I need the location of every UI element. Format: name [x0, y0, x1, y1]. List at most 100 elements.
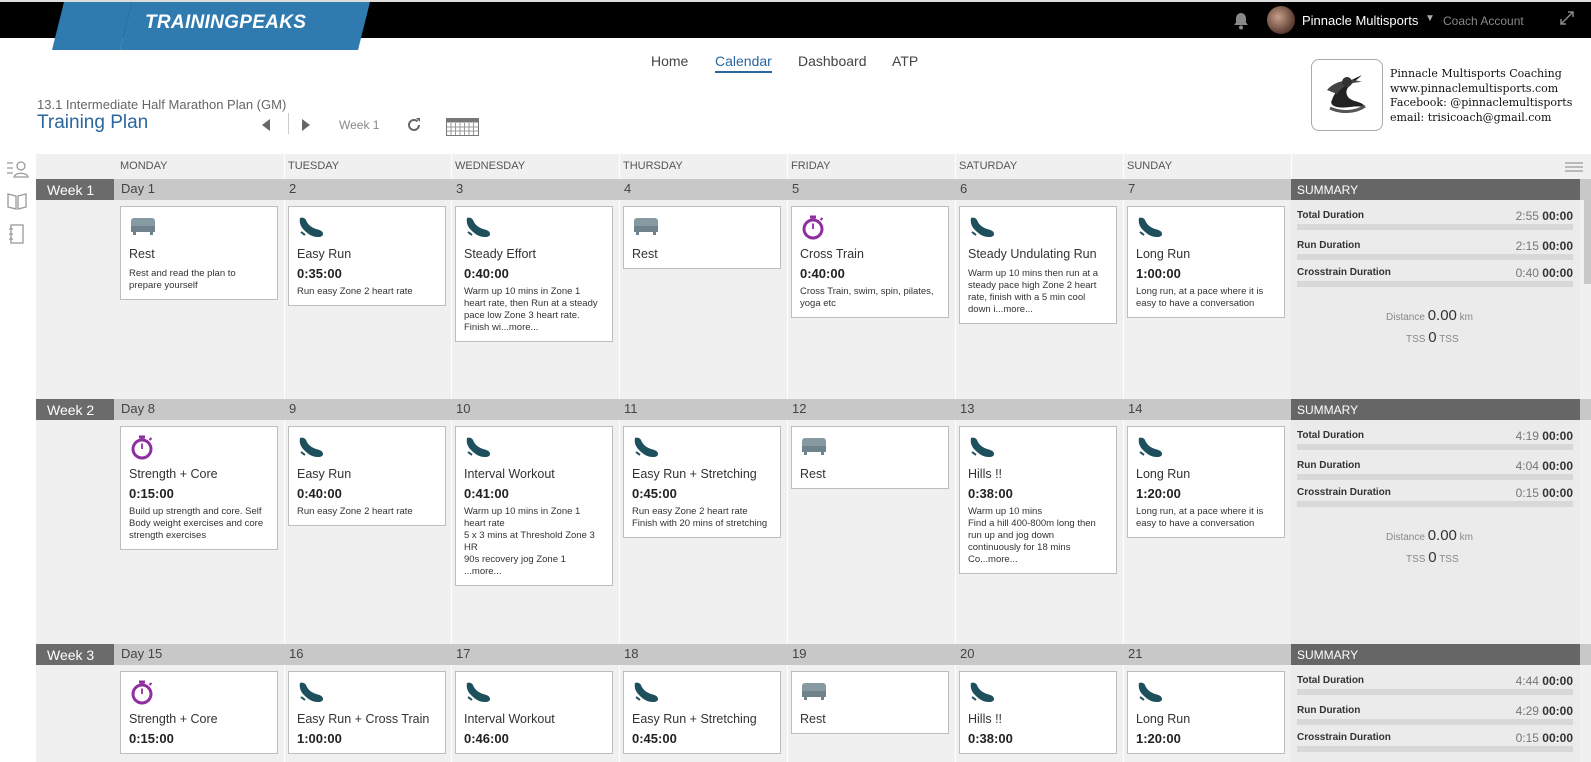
workout-duration: 0:15:00: [129, 486, 174, 501]
menu-icon[interactable]: [1565, 162, 1583, 172]
crosstrain-duration-row: Crosstrain Duration 0:40 00:00: [1297, 266, 1573, 289]
workout-description: Long run, at a pace where it is easy to …: [1136, 286, 1264, 309]
account-name[interactable]: Pinnacle Multisports: [1302, 13, 1418, 28]
refresh-icon[interactable]: [406, 117, 422, 133]
stopwatch-icon: [129, 435, 269, 461]
coach-account-link[interactable]: Coach Account: [1443, 14, 1524, 28]
planned-duration: 0:40: [1515, 266, 1539, 280]
workout-card[interactable]: Long Run 1:00:00 Long run, at a pace where…: [1127, 206, 1285, 318]
planned-duration: 0:15: [1515, 731, 1539, 745]
nav-home[interactable]: Home: [651, 53, 688, 69]
day-header-thursday: THURSDAY: [623, 160, 683, 172]
distance-summary: Distance 0.00 km: [1386, 307, 1473, 324]
summary-label: Total Duration: [1297, 675, 1365, 686]
workout-card[interactable]: Easy Run + Cross Train 1:00:00: [288, 671, 446, 754]
expand-icon[interactable]: [1560, 11, 1574, 25]
progress-bar: [1297, 689, 1573, 695]
coach-logo: [1311, 59, 1383, 131]
distance-label: Distance: [1386, 532, 1425, 543]
planned-duration: 2:55: [1515, 209, 1539, 223]
book-icon[interactable]: [7, 192, 27, 210]
workout-card[interactable]: Rest: [791, 426, 949, 489]
workout-title: Long Run: [1136, 467, 1191, 481]
tss-value: 0: [1428, 549, 1437, 566]
summary-label: Run Duration: [1297, 705, 1361, 716]
column-divider: [619, 154, 620, 762]
progress-bar: [1297, 719, 1573, 725]
athlete-library-icon[interactable]: [6, 160, 30, 178]
workout-title: Hills !!: [968, 712, 1003, 726]
completed-duration: 00:00: [1542, 731, 1573, 745]
distance-value: 0.00: [1427, 527, 1457, 544]
completed-duration: 00:00: [1542, 429, 1573, 443]
divider: [288, 113, 289, 134]
workout-description: Long run, at a pace where it is easy to …: [1136, 506, 1264, 529]
summary-value: 4:04 00:00: [1516, 459, 1573, 473]
workout-card[interactable]: Strength + Core 0:15:00: [120, 671, 278, 754]
workout-description: Run easy Zone 2 heart rate: [297, 506, 413, 517]
logo[interactable]: TRAININGPEAKS: [145, 12, 306, 34]
day-number: 9: [289, 401, 297, 416]
chevron-down-icon[interactable]: ▼: [1425, 13, 1435, 24]
prev-week-icon[interactable]: [262, 119, 271, 131]
workout-card[interactable]: Interval Workout 0:46:00: [455, 671, 613, 754]
run-shoe-icon: [297, 215, 437, 241]
week-label: Week 3: [36, 644, 114, 665]
total-duration-row: Total Duration 4:19 00:00: [1297, 429, 1573, 452]
tss-unit: TSS: [1439, 334, 1459, 345]
workout-card[interactable]: Easy Run 0:40:00 Run easy Zone 2 heart rat…: [288, 426, 446, 526]
workout-card[interactable]: Interval Workout 0:41:00 Warm up 10 mins i…: [455, 426, 613, 586]
summary-label: Total Duration: [1297, 210, 1365, 221]
progress-bar: [1297, 746, 1573, 752]
nav-dashboard[interactable]: Dashboard: [798, 53, 867, 69]
workout-title: Hills !!: [968, 467, 1003, 481]
workout-title: Easy Run + Stretching: [632, 712, 757, 726]
run-shoe-icon: [1136, 680, 1276, 706]
summary-value: 2:55 00:00: [1516, 209, 1573, 223]
column-divider: [787, 154, 788, 762]
workout-card[interactable]: Hills !! 0:38:00 Warm up 10 mins Find a hi…: [959, 426, 1117, 574]
workout-card[interactable]: Hills !! 0:38:00: [959, 671, 1117, 754]
workout-card[interactable]: Long Run 1:20:00: [1127, 671, 1285, 754]
workout-title: Easy Run + Stretching: [632, 467, 757, 481]
workout-card[interactable]: Rest: [791, 671, 949, 734]
workout-card[interactable]: Steady Effort 0:40:00 Warm up 10 mins in Z…: [455, 206, 613, 342]
workout-title: Easy Run: [297, 247, 352, 261]
workout-title: Interval Workout: [464, 467, 555, 481]
avatar[interactable]: [1267, 6, 1295, 34]
workout-card[interactable]: Easy Run 0:35:00 Run easy Zone 2 heart rat…: [288, 206, 446, 306]
day-number: 19: [792, 646, 807, 661]
workout-duration: 0:40:00: [464, 266, 509, 281]
run-shoe-icon: [297, 435, 437, 461]
workout-card[interactable]: Long Run 1:20:00 Long run, at a pace where…: [1127, 426, 1285, 538]
workout-card[interactable]: Easy Run + Stretching 0:45:00: [623, 671, 781, 754]
workout-card[interactable]: Cross Train 0:40:00 Cross Train, swim, spi…: [791, 206, 949, 318]
day-header-saturday: SATURDAY: [959, 160, 1018, 172]
calendar-icon[interactable]: [446, 116, 479, 136]
workout-card[interactable]: Rest: [623, 206, 781, 269]
summary-value: 4:19 00:00: [1516, 429, 1573, 443]
workout-description: Warm up 10 mins Find a hill 400-800m lon…: [968, 506, 1096, 565]
bell-icon[interactable]: [1233, 12, 1249, 30]
progress-bar: [1297, 474, 1573, 480]
workout-card[interactable]: Strength + Core 0:15:00 Build up strength …: [120, 426, 278, 550]
notebook-icon[interactable]: [8, 224, 24, 244]
workout-title: Interval Workout: [464, 712, 555, 726]
plan-subtitle: 13.1 Intermediate Half Marathon Plan (GM…: [37, 97, 287, 112]
workout-duration: 0:15:00: [129, 731, 174, 746]
workout-card[interactable]: Easy Run + Stretching 0:45:00 Run easy Zon…: [623, 426, 781, 538]
next-week-icon[interactable]: [301, 119, 310, 131]
workout-card[interactable]: Steady Undulating Run Warm up 10 mins the…: [959, 206, 1117, 324]
workout-card[interactable]: Rest Rest and read the plan to prepare yo…: [120, 206, 278, 300]
column-divider: [955, 154, 956, 762]
rest-icon: [129, 215, 269, 241]
nav-atp[interactable]: ATP: [892, 53, 918, 69]
planned-duration: 4:44: [1515, 674, 1539, 688]
nav-calendar[interactable]: Calendar: [715, 53, 772, 73]
summary-value: 0:40 00:00: [1516, 266, 1573, 280]
completed-duration: 00:00: [1542, 209, 1573, 223]
day-header-sunday: SUNDAY: [1127, 160, 1173, 172]
workout-title: Cross Train: [800, 247, 864, 261]
completed-duration: 00:00: [1542, 674, 1573, 688]
workout-title: Rest: [129, 247, 155, 261]
